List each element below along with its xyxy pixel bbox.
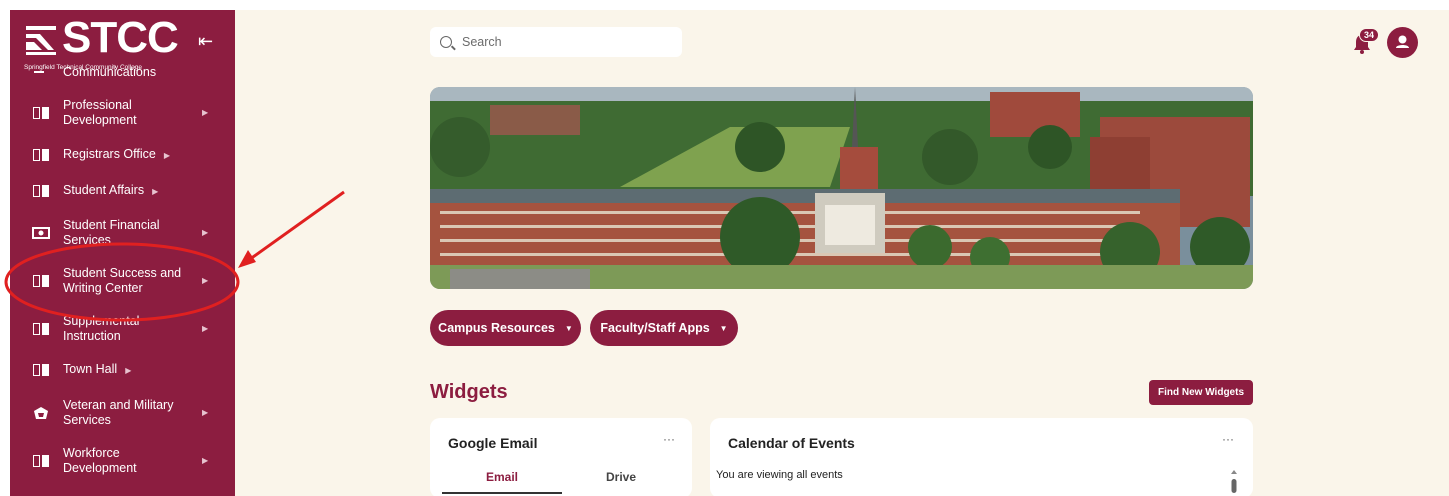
sidebar-item-label: Registrars Office	[63, 147, 156, 161]
chevron-right-icon: ▶	[202, 276, 209, 285]
main-content: 34	[235, 10, 1449, 496]
logo-wordmark: STCC	[62, 13, 179, 62]
user-icon	[1396, 35, 1409, 48]
book-icon	[32, 453, 50, 469]
campus-resources-button[interactable]: Campus Resources ▼	[430, 310, 581, 346]
chevron-right-icon: ▶	[202, 108, 209, 117]
sidebar-item-label: Supplemental Instruction	[63, 314, 140, 343]
sidebar-item-professional-development[interactable]: Professional Development ▶	[10, 96, 235, 130]
book-icon	[32, 321, 50, 337]
money-icon	[32, 225, 50, 241]
more-options-icon[interactable]: ···	[663, 432, 675, 446]
sidebar-item-town-hall[interactable]: Town Hall ▶	[10, 361, 235, 379]
sidebar-item-supplemental-instruction[interactable]: Supplemental Instruction ▶	[10, 312, 235, 346]
book-icon	[32, 362, 50, 378]
campus-resources-label: Campus Resources	[438, 321, 555, 335]
chevron-right-icon: ▶	[152, 187, 159, 196]
sidebar-item-label: Communications	[63, 65, 157, 79]
sidebar-item-label: Workforce Development	[63, 446, 137, 475]
chevron-right-icon: ▶	[202, 324, 209, 333]
sidebar-item-workforce-development[interactable]: Workforce Development ▶	[10, 444, 235, 478]
caret-down-icon: ▼	[564, 323, 573, 333]
calendar-viewing-text: You are viewing all events	[716, 469, 843, 481]
sidebar-item-registrars-office[interactable]: Registrars Office ▶	[10, 146, 235, 164]
collapse-sidebar-icon[interactable]: ⇤	[198, 32, 213, 50]
sidebar-item-veteran-military-services[interactable]: Veteran and Military Services ▶	[10, 396, 235, 430]
book-icon	[32, 105, 50, 121]
sidebar-item-communications[interactable]: Communications	[10, 65, 235, 81]
sidebar: STCC Springfield Technical Community Col…	[10, 10, 235, 496]
user-avatar[interactable]	[1387, 27, 1418, 58]
book-icon	[32, 273, 50, 289]
tab-drive[interactable]: Drive	[561, 470, 681, 494]
scrollbar[interactable]	[1230, 469, 1238, 495]
sidebar-item-label: Town Hall	[63, 362, 118, 376]
google-email-widget: Google Email ··· Email Drive	[430, 418, 692, 496]
dash-icon	[34, 71, 44, 73]
chevron-right-icon: ▶	[202, 456, 209, 465]
notification-count-badge: 34	[1359, 28, 1380, 42]
chevron-right-icon: ▶	[202, 228, 209, 237]
widget-title: Calendar of Events	[728, 435, 855, 451]
more-options-icon[interactable]: ···	[1222, 432, 1234, 446]
search-bar[interactable]	[430, 27, 682, 57]
stcc-logo-mark-icon	[26, 26, 56, 55]
campus-banner-image	[430, 87, 1253, 289]
faculty-staff-apps-label: Faculty/Staff Apps	[600, 321, 710, 335]
book-icon	[32, 147, 50, 163]
find-new-widgets-button[interactable]: Find New Widgets	[1149, 380, 1253, 405]
book-icon	[32, 183, 50, 199]
chevron-right-icon: ▶	[202, 408, 209, 417]
sidebar-item-label: Student Affairs	[63, 183, 145, 197]
widgets-heading: Widgets	[430, 381, 508, 403]
faculty-staff-apps-button[interactable]: Faculty/Staff Apps ▼	[590, 310, 738, 346]
sidebar-item-label: Veteran and Military Services	[63, 398, 174, 427]
sidebar-item-student-financial-services[interactable]: Student Financial Services ▶	[10, 216, 235, 250]
widget-title: Google Email	[448, 435, 538, 451]
sidebar-item-label: Student Success and Writing Center	[63, 266, 182, 295]
caret-down-icon: ▼	[719, 323, 728, 333]
sidebar-item-student-affairs[interactable]: Student Affairs ▶	[10, 182, 235, 200]
chevron-right-icon: ▶	[163, 151, 171, 160]
search-input[interactable]	[462, 35, 672, 49]
chevron-right-icon: ▶	[125, 366, 132, 375]
sidebar-item-label: Student Financial Services	[63, 218, 160, 247]
sidebar-item-label: Professional Development	[63, 98, 137, 127]
search-icon	[440, 36, 452, 48]
sidebar-item-student-success-writing-center[interactable]: Student Success and Writing Center ▶	[10, 264, 235, 298]
tab-email[interactable]: Email	[442, 470, 562, 494]
calendar-of-events-widget: Calendar of Events ··· You are viewing a…	[710, 418, 1253, 496]
veteran-icon	[32, 405, 50, 421]
